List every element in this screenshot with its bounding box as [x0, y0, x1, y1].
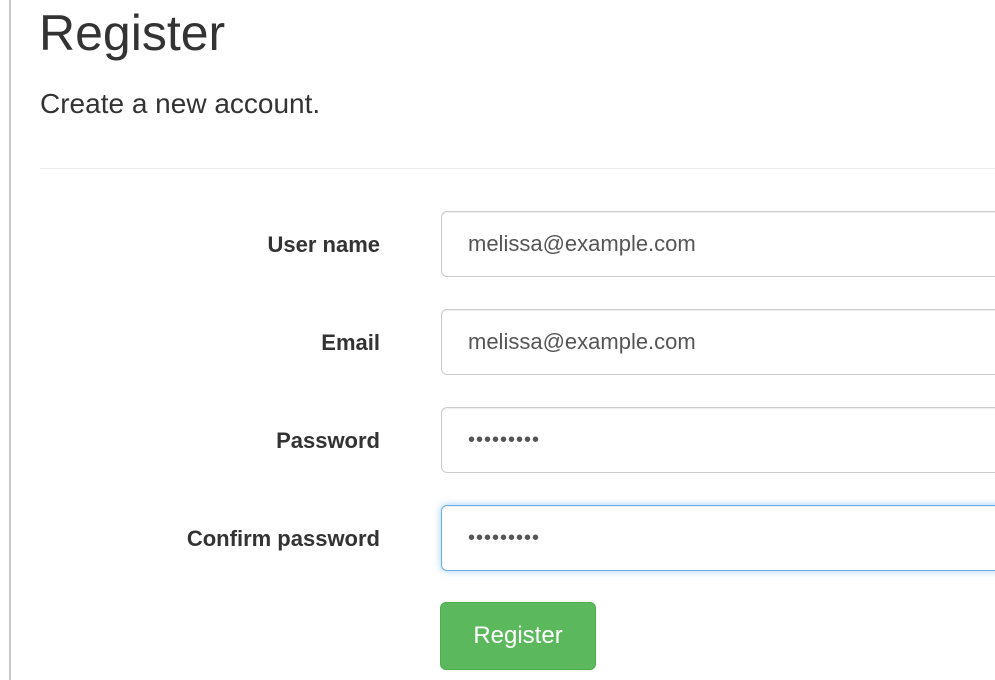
page-subtitle: Create a new account. — [40, 88, 321, 119]
password-input[interactable] — [441, 407, 995, 473]
register-page: Register Create a new account. User name… — [0, 0, 995, 680]
section-divider — [40, 168, 995, 169]
confirm-password-label: Confirm password — [186, 526, 380, 551]
page-left-border — [9, 0, 11, 680]
email-label: Email — [321, 330, 380, 355]
confirm-password-input[interactable] — [441, 505, 995, 571]
page-title: Register — [39, 5, 226, 61]
register-button[interactable]: Register — [440, 602, 596, 670]
username-input[interactable] — [441, 211, 995, 277]
username-label: User name — [267, 232, 380, 257]
email-input[interactable] — [441, 309, 995, 375]
password-label: Password — [276, 428, 380, 453]
